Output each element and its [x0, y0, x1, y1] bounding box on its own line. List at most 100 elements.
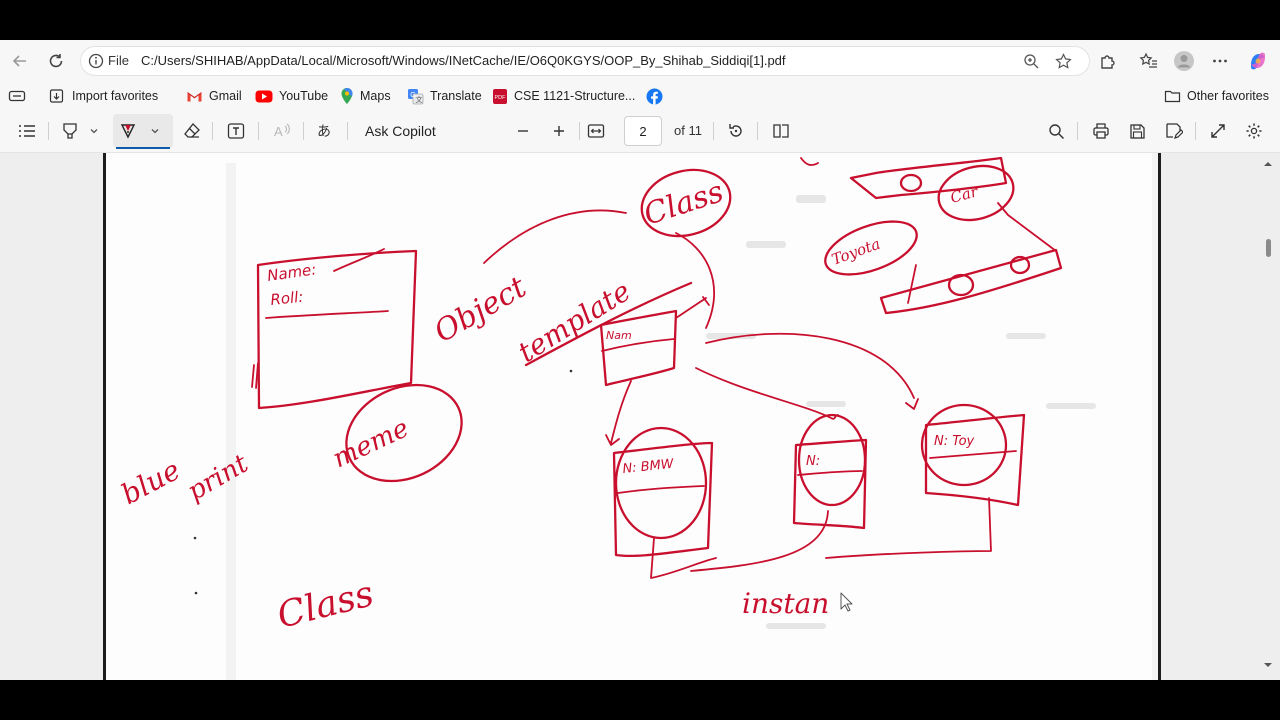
- rotate-button[interactable]: [724, 119, 748, 143]
- translate-button[interactable]: あ: [314, 119, 338, 143]
- scroll-down-arrow-icon[interactable]: [1262, 660, 1274, 670]
- pdf-toolbar: A あ Ask Copilot 2 of 11: [0, 110, 1280, 153]
- pdf-page[interactable]: Name: Roll: blue print meme Class Object…: [103, 153, 1161, 680]
- bmw-text: N: BMW: [622, 457, 676, 477]
- printer-icon: [1093, 123, 1109, 139]
- instance-text: instan: [742, 587, 829, 620]
- zoom-in-button[interactable]: [547, 119, 571, 143]
- refresh-button[interactable]: [43, 48, 69, 74]
- settings-more-button[interactable]: [1208, 49, 1232, 73]
- print-button[interactable]: [1089, 119, 1113, 143]
- fav-cse-1121[interactable]: PDF CSE 1121-Structure...: [492, 86, 635, 106]
- browser-window: File C:/Users/SHIHAB/AppData/Local/Micro…: [0, 40, 1280, 680]
- zoom-out-button[interactable]: [511, 119, 535, 143]
- zoom-button[interactable]: [1021, 51, 1041, 71]
- toolbar-separator: [258, 122, 259, 140]
- avatar: [1174, 51, 1194, 71]
- arrow-to-toy-box: [705, 332, 919, 410]
- chevron-down-icon: [151, 129, 159, 134]
- template-box-arrow: [675, 296, 710, 319]
- mouse-cursor-icon: [840, 592, 853, 612]
- import-icon: [49, 89, 64, 103]
- address-row: File C:/Users/SHIHAB/AppData/Local/Micro…: [0, 40, 1280, 82]
- back-button[interactable]: [7, 48, 33, 74]
- draw-button[interactable]: [116, 119, 140, 143]
- instance-connector: [650, 497, 992, 579]
- tablet-icon: [8, 90, 26, 102]
- info-icon[interactable]: [88, 53, 104, 69]
- youtube-icon: [255, 90, 273, 102]
- roll-field-text: Roll:: [270, 288, 305, 309]
- toolbar-separator: [347, 122, 348, 140]
- extensions-button[interactable]: [1096, 49, 1120, 73]
- fav-translate[interactable]: G文 Translate: [407, 86, 482, 106]
- copilot-button[interactable]: [1246, 49, 1270, 73]
- mid-instance-text: N:: [806, 454, 820, 469]
- favorites-button[interactable]: [1136, 49, 1160, 73]
- gmail-icon: [187, 91, 202, 101]
- fav-label: Translate: [430, 89, 482, 103]
- save-button[interactable]: [1125, 119, 1149, 143]
- back-arrow-icon: [12, 55, 26, 67]
- puzzle-icon: [1101, 55, 1115, 69]
- folder-icon: [1164, 90, 1181, 103]
- name-underline: [333, 248, 385, 272]
- pdf-viewer: Name: Roll: blue print meme Class Object…: [0, 153, 1280, 680]
- fullscreen-button[interactable]: [1206, 119, 1230, 143]
- scroll-up-arrow-icon[interactable]: [1262, 159, 1274, 169]
- fav-youtube[interactable]: YouTube: [255, 86, 328, 106]
- fav-other-favorites[interactable]: Other favorites: [1164, 86, 1269, 106]
- favorites-list-icon: [1138, 52, 1157, 68]
- vertical-scrollbar[interactable]: [1262, 153, 1274, 680]
- highlighter-icon: [63, 123, 77, 139]
- profile-button[interactable]: [1172, 49, 1196, 73]
- highlight-options-button[interactable]: [86, 119, 102, 143]
- fav-maps[interactable]: Maps: [340, 86, 391, 106]
- highlight-button[interactable]: [58, 119, 82, 143]
- gear-icon: [1246, 123, 1262, 139]
- svg-text:A: A: [274, 124, 283, 139]
- draw-options-button[interactable]: [147, 119, 163, 143]
- template-box-text: Nam: [606, 329, 632, 342]
- favorites-bar: Import favorites Gmail YouTube Maps G文 T…: [0, 82, 1280, 110]
- favorite-star-button[interactable]: [1053, 51, 1073, 71]
- page-total-label: of 11: [674, 123, 702, 138]
- search-button[interactable]: [1044, 119, 1068, 143]
- svg-text:あ: あ: [317, 124, 331, 140]
- toolbar-separator: [757, 122, 758, 140]
- pdf-settings-button[interactable]: [1242, 119, 1266, 143]
- toolbar-separator: [48, 122, 49, 140]
- favorites-bar-toggle[interactable]: [8, 86, 26, 106]
- fav-label: YouTube: [279, 89, 329, 103]
- toolbar-separator: [212, 122, 213, 140]
- read-aloud-button[interactable]: A: [270, 119, 294, 143]
- fav-gmail[interactable]: Gmail: [186, 86, 242, 106]
- bmw-divider: [617, 485, 705, 494]
- blueprint-text-2: print: [183, 449, 254, 508]
- svg-text:PDF: PDF: [495, 95, 507, 101]
- url-text[interactable]: C:/Users/SHIHAB/AppData/Local/Microsoft/…: [141, 53, 786, 68]
- ask-copilot-button[interactable]: Ask Copilot: [365, 123, 436, 139]
- ink-annotations: Name: Roll: blue print meme Class Object…: [116, 156, 1063, 637]
- car-wheel-1: [899, 173, 923, 193]
- toyota-text: Toyota: [829, 235, 882, 269]
- save-as-button[interactable]: [1162, 119, 1186, 143]
- page-number-input[interactable]: 2: [624, 116, 662, 146]
- draw-pen-icon: [120, 124, 136, 139]
- fav-import-favorites[interactable]: Import favorites: [49, 86, 158, 106]
- fav-label: Gmail: [209, 89, 242, 103]
- add-text-button[interactable]: [224, 119, 248, 143]
- page-view-button[interactable]: [769, 119, 793, 143]
- fit-width-button[interactable]: [584, 119, 608, 143]
- toolbar-separator: [713, 122, 714, 140]
- contents-button[interactable]: [15, 119, 39, 143]
- erase-button[interactable]: [180, 119, 204, 143]
- address-bar[interactable]: File C:/Users/SHIHAB/AppData/Local/Micro…: [80, 46, 1090, 76]
- scroll-thumb[interactable]: [1266, 239, 1271, 257]
- more-dots-icon: [1213, 59, 1227, 63]
- fav-label: Other favorites: [1187, 89, 1269, 103]
- fav-label: CSE 1121-Structure...: [514, 89, 636, 103]
- fav-facebook[interactable]: [646, 86, 663, 106]
- car-wheel-2: [947, 273, 975, 297]
- memory-text: meme: [328, 413, 413, 474]
